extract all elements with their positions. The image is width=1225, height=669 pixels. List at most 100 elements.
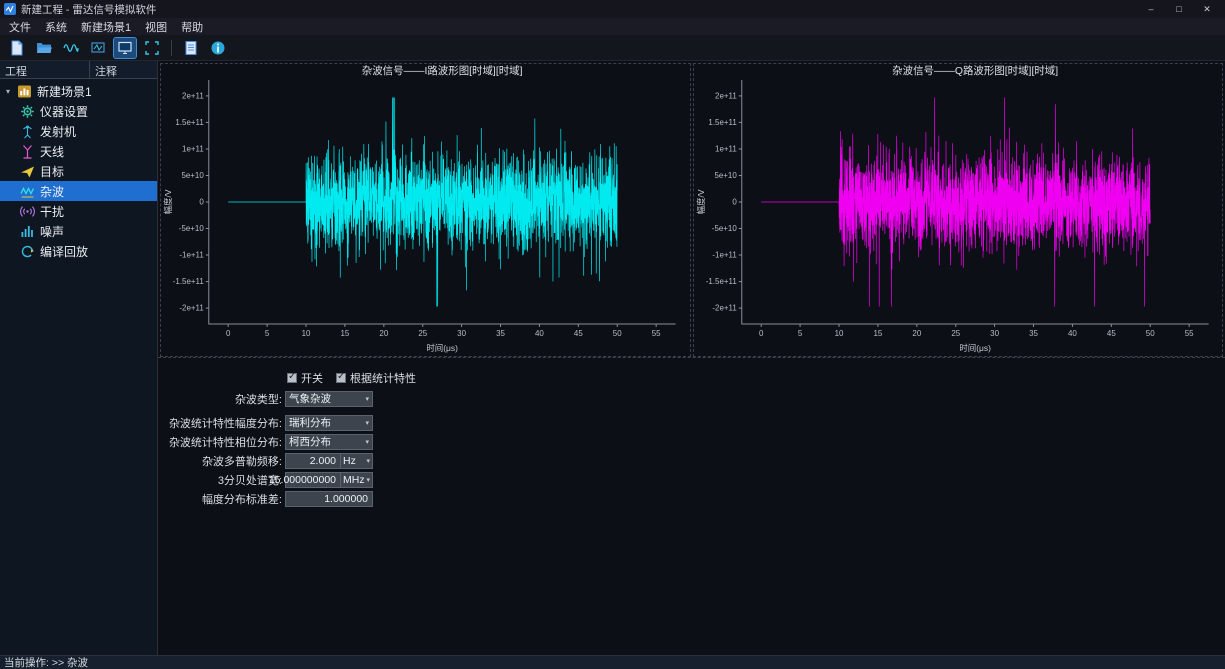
svg-text:幅度/V: 幅度/V (695, 189, 705, 214)
minimize-button[interactable]: – (1137, 4, 1165, 15)
clutter-wave-icon (20, 184, 35, 199)
svg-text:-5e+10: -5e+10 (711, 224, 737, 233)
amplitude-distribution-value: 瑞利分布 (289, 415, 331, 430)
window-controls: – □ ✕ (1137, 4, 1221, 15)
svg-text:50: 50 (613, 329, 622, 338)
tree-column-notes: 注释 (90, 61, 157, 78)
amplitude-std-dev-input[interactable]: 1.000000 (285, 491, 373, 507)
clutter-type-select[interactable]: 气象杂波▾ (285, 391, 373, 407)
app-window: 新建工程 - 雷达信号模拟软件 – □ ✕ 文件系统新建场景1视图帮助 工程 注… (0, 0, 1225, 669)
svg-text:幅度/V: 幅度/V (163, 189, 173, 214)
charts-row: 杂波信号——I路波形图[时域][时域]2e+111.5e+111e+115e+1… (158, 61, 1225, 358)
chevron-down-icon: ▾ (366, 476, 370, 484)
switch-checkbox-label: 开关 (301, 370, 323, 386)
svg-text:55: 55 (652, 329, 661, 338)
tree-item-clutter-wave[interactable]: 杂波 (0, 181, 157, 201)
tree-item-label: 目标 (40, 163, 64, 180)
tree-item-label: 天线 (40, 143, 64, 160)
new-file-icon (9, 40, 25, 56)
svg-text:0: 0 (226, 329, 231, 338)
chevron-down-icon: ▾ (365, 438, 369, 446)
tree-item-gear[interactable]: 仪器设置 (0, 101, 157, 121)
menu-item-5[interactable]: 帮助 (174, 18, 210, 36)
open-folder-button[interactable] (33, 38, 55, 58)
spectrum-width-3db-input[interactable]: 15.000000000 (285, 472, 341, 488)
amplitude-distribution-select[interactable]: 瑞利分布 ▾ (285, 415, 373, 431)
scene-chart-icon (17, 84, 32, 99)
report-icon (183, 40, 199, 56)
waveform-button[interactable] (60, 38, 82, 58)
doppler-shift-row: 杂波多普勒频移:2.000Hz ▾ (158, 451, 1225, 470)
by-statistics-checkbox[interactable] (336, 373, 346, 383)
doppler-shift-input[interactable]: 2.000 (285, 453, 341, 469)
menubar: 文件系统新建场景1视图帮助 (0, 18, 1225, 35)
menu-item-2[interactable]: 系统 (38, 18, 74, 36)
svg-text:1e+11: 1e+11 (715, 144, 737, 153)
svg-text:20: 20 (912, 329, 921, 338)
menu-item-1[interactable]: 文件 (2, 18, 38, 36)
export-button[interactable] (87, 38, 109, 58)
clutter-type-row: 杂波类型:气象杂波▾ (158, 389, 1225, 408)
doppler-shift-unit-select[interactable]: Hz ▾ (341, 453, 373, 469)
clutter-type-value: 气象杂波 (289, 391, 331, 406)
replay-icon (20, 244, 35, 259)
project-tree: ▾新建场景1 仪器设置发射机天线目标杂波干扰噪声编译回放 (0, 79, 157, 655)
svg-text:25: 25 (418, 329, 427, 338)
new-file-button[interactable] (6, 38, 28, 58)
tree-item-label: 杂波 (40, 183, 64, 200)
export-icon (90, 40, 106, 56)
svg-text:1.5e+11: 1.5e+11 (708, 118, 737, 127)
tree-item-label: 噪声 (40, 223, 64, 240)
switch-checkbox[interactable] (287, 373, 297, 383)
tree-item-jamming[interactable]: 干扰 (0, 201, 157, 221)
svg-text:55: 55 (1184, 329, 1193, 338)
display-button[interactable] (114, 38, 136, 58)
tree-expander-icon[interactable]: ▾ (4, 87, 12, 96)
spectrum-width-3db-unit-select[interactable]: MHz▾ (341, 472, 373, 488)
info-button[interactable] (207, 38, 229, 58)
tree-item-root[interactable]: ▾新建场景1 (0, 81, 157, 101)
tree-item-target[interactable]: 目标 (0, 161, 157, 181)
clutter-settings-form: 开关根据统计特性杂波类型:气象杂波▾杂波统计特性幅度分布:瑞利分布▾杂波统计特性… (158, 358, 1225, 508)
chevron-down-icon: ▾ (366, 457, 370, 465)
target-icon (20, 164, 35, 179)
phase-distribution-select[interactable]: 柯西分布▾ (285, 434, 373, 450)
tree-item-replay[interactable]: 编译回放 (0, 241, 157, 261)
svg-text:-2e+11: -2e+11 (179, 304, 204, 313)
svg-text:5: 5 (265, 329, 270, 338)
phase-distribution-row: 杂波统计特性相位分布:柯西分布▾ (158, 432, 1225, 451)
amplitude-distribution-label: 杂波统计特性幅度分布: (158, 415, 285, 431)
svg-text:5: 5 (797, 329, 802, 338)
tree-item-antenna[interactable]: 天线 (0, 141, 157, 161)
noise-icon (20, 224, 35, 239)
svg-text:30: 30 (990, 329, 999, 338)
spectrum-width-3db-unit-value: MHz (343, 474, 365, 486)
tree-item-transmitter[interactable]: 发射机 (0, 121, 157, 141)
report-button[interactable] (180, 38, 202, 58)
antenna-icon (20, 144, 35, 159)
maximize-button[interactable]: □ (1165, 4, 1193, 15)
close-button[interactable]: ✕ (1193, 4, 1221, 15)
amplitude-std-dev-label: 幅度分布标准差: (158, 491, 285, 507)
doppler-shift-unit-value: Hz (343, 455, 356, 467)
tree-item-label: 仪器设置 (40, 103, 88, 120)
svg-text:1.5e+11: 1.5e+11 (175, 118, 204, 127)
open-folder-icon (36, 40, 52, 56)
tree-item-label: 发射机 (40, 123, 76, 140)
menu-item-3[interactable]: 新建场景1 (74, 18, 138, 36)
svg-text:15: 15 (341, 329, 350, 338)
status-text: 当前操作: >> 杂波 (4, 655, 88, 669)
tree-item-label: 编译回放 (40, 243, 88, 260)
clutter-type-label: 杂波类型: (158, 391, 285, 407)
chevron-down-icon: ▾ (365, 419, 369, 427)
statusbar: 当前操作: >> 杂波 (0, 655, 1225, 669)
svg-text:2e+11: 2e+11 (715, 91, 737, 100)
svg-text:-5e+10: -5e+10 (179, 224, 205, 233)
tree-item-noise[interactable]: 噪声 (0, 221, 157, 241)
doppler-shift-label: 杂波多普勒频移: (158, 453, 285, 469)
svg-text:-2e+11: -2e+11 (712, 304, 737, 313)
fit-view-button[interactable] (141, 38, 163, 58)
toolbar (0, 35, 1225, 61)
menu-item-4[interactable]: 视图 (138, 18, 174, 36)
svg-text:杂波信号——Q路波形图[时域][时域]: 杂波信号——Q路波形图[时域][时域] (892, 64, 1058, 77)
